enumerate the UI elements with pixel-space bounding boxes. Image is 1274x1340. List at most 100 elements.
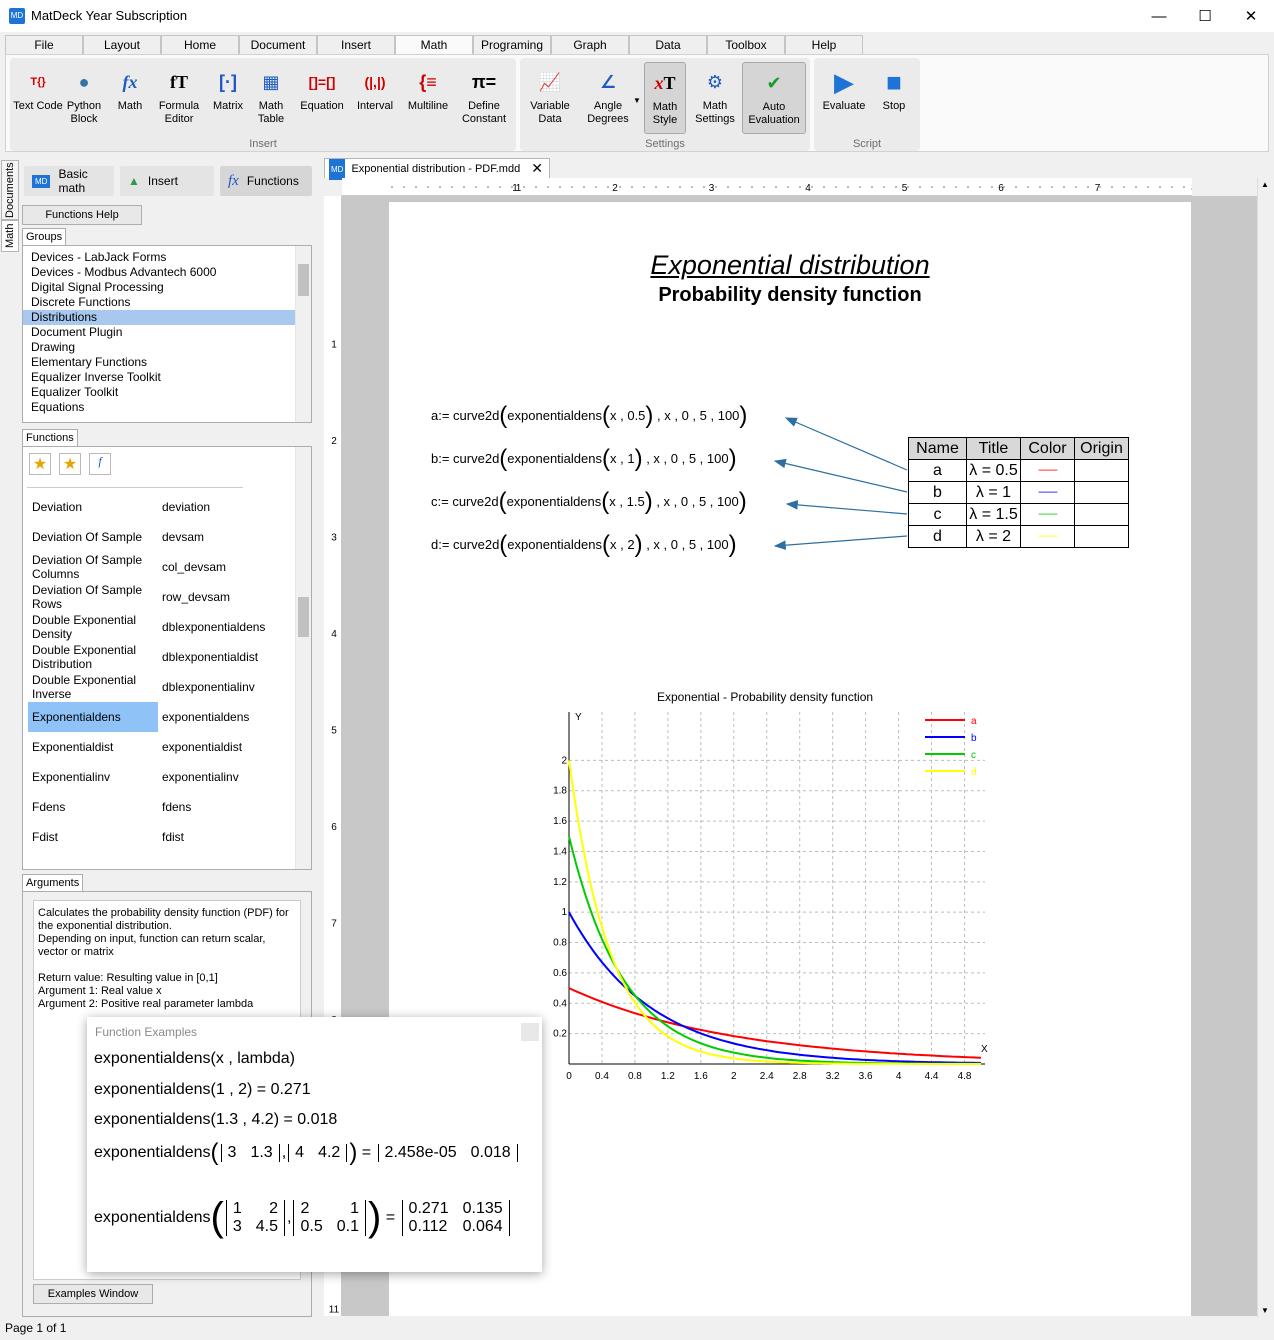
functions-tab[interactable]: Functions — [22, 429, 78, 446]
group-item[interactable]: Digital Signal Processing — [23, 280, 311, 295]
math-table-button[interactable]: ▦ Math Table — [250, 62, 292, 126]
close-tab-icon[interactable]: ✕ — [531, 159, 543, 178]
function-row[interactable]: Double Exponential Density dblexponential… — [28, 612, 288, 642]
functions-panel-button[interactable]: fx Functions — [220, 166, 312, 196]
function-row[interactable]: Fdens fdens — [28, 792, 288, 822]
function-row[interactable]: Deviation Of Sample Columns col_devsam — [28, 552, 288, 582]
tab-programing[interactable]: Programing — [473, 35, 551, 55]
math-settings-button[interactable]: ⚙ Math Settings — [690, 62, 740, 126]
settings-group: 📈 Variable Data ∠ Angle Degrees ▼ x T Math S… — [520, 58, 810, 151]
insert-panel-button[interactable]: ▲ Insert — [120, 166, 214, 196]
function-name: Exponentialinv — [32, 770, 111, 784]
tab-insert[interactable]: Insert — [317, 35, 395, 55]
group-item[interactable]: Elementary Functions — [23, 355, 311, 370]
stop-button[interactable]: ■ Stop — [872, 62, 916, 113]
function-row[interactable]: Exponentialdist exponentialdist — [28, 732, 288, 762]
tab-document[interactable]: Document — [239, 35, 317, 55]
arrow-b — [773, 458, 908, 493]
function-row[interactable]: Deviation Of Sample Rows row_devsam — [28, 582, 288, 612]
function-name: Exponentialdist — [32, 740, 114, 754]
shapes-icon: ▲ — [128, 174, 140, 188]
math-style-button[interactable]: x T Math Style — [644, 62, 686, 134]
group-item[interactable]: Discrete Functions — [23, 295, 311, 310]
groups-scrollbar[interactable] — [295, 246, 311, 422]
function-row[interactable]: Double Exponential Distribution dblexpone… — [28, 642, 288, 672]
document-scrollbar[interactable]: ▲ ▼ — [1257, 178, 1272, 1318]
examples-window-button[interactable]: Examples Window — [33, 1284, 153, 1304]
function-row[interactable]: Exponentialdens exponentialdens — [28, 702, 288, 732]
define-constant-button[interactable]: π= Define Constant — [456, 62, 512, 126]
tab-math[interactable]: Math — [395, 35, 473, 56]
minimize-button[interactable]: — — [1136, 0, 1182, 32]
evaluate-button[interactable]: ▶ Evaluate — [818, 62, 870, 113]
maximize-button[interactable]: ☐ — [1182, 0, 1228, 32]
tab-documents[interactable]: Documents — [1, 160, 19, 220]
function-row[interactable]: Exponentialinv exponentialinv — [28, 762, 288, 792]
auto-evaluation-button[interactable]: ✔ Auto Evaluation — [742, 62, 806, 134]
tab-layout[interactable]: Layout — [83, 35, 161, 55]
tab-toolbox[interactable]: Toolbox — [707, 35, 785, 55]
text-code-button[interactable]: T{} Text Code — [12, 62, 64, 113]
formula-editor-button[interactable]: fТ Formula Editor — [152, 62, 206, 126]
function-code: fdist — [162, 830, 185, 844]
equation-button[interactable]: []=[] Equation — [294, 62, 350, 113]
function-row[interactable]: Double Exponential Inverse dblexponential… — [28, 672, 288, 702]
tab-data[interactable]: Data — [629, 35, 707, 55]
functions-scrollbar[interactable] — [295, 447, 311, 869]
tab-file[interactable]: File — [5, 35, 83, 55]
insert-group: T{} Text Code ● Python Block fx Math fТ Form… — [10, 58, 516, 151]
remove-favorite-icon[interactable]: ★ — [59, 453, 81, 475]
basic-math-button[interactable]: MD Basic math — [24, 166, 114, 196]
tab-math-side[interactable]: Math — [1, 220, 19, 252]
groups-tab[interactable]: Groups — [22, 228, 67, 245]
functions-scroll-thumb[interactable] — [298, 597, 309, 637]
scroll-up-icon[interactable]: ▲ — [1261, 180, 1269, 189]
settings-group-label: Settings — [645, 138, 685, 150]
tab-home[interactable]: Home — [161, 35, 239, 55]
ruler-label: 1 — [516, 183, 522, 194]
tab-help[interactable]: Help — [785, 35, 863, 55]
series-line-a — [568, 987, 982, 1059]
angle-degrees-button[interactable]: ∠ Angle Degrees — [578, 62, 638, 126]
group-item[interactable]: Document Plugin — [23, 325, 311, 340]
group-item[interactable]: Devices - LabJack Forms — [23, 250, 311, 265]
document-tab[interactable]: MD Exponential distribution - PDF.mdd ✕ — [324, 158, 550, 180]
variable-data-button[interactable]: 📈 Variable Data — [524, 62, 576, 126]
table-icon: ▦ — [262, 71, 280, 92]
stop-icon: ■ — [886, 66, 902, 97]
multiline-button[interactable]: {≡ Multiline — [400, 62, 456, 113]
groups-scroll-thumb[interactable] — [298, 264, 309, 296]
group-item[interactable]: Distributions — [23, 310, 311, 325]
function-name: Fdens — [32, 800, 66, 814]
function-row[interactable]: Deviation Of Sample devsam — [28, 522, 288, 552]
function-info-icon[interactable]: f — [89, 453, 111, 475]
group-item[interactable]: Devices - Modbus Advantech 6000 — [23, 265, 311, 280]
page-indicator: Page 1 of 1 — [5, 1321, 67, 1335]
function-row[interactable]: Deviation deviation — [28, 492, 288, 522]
md-icon: MD — [32, 174, 51, 188]
scroll-down-icon[interactable]: ▼ — [1261, 1306, 1269, 1315]
y-tick-label: 0.8 — [553, 938, 567, 949]
md-icon: MD — [329, 159, 346, 180]
group-item[interactable]: Equalizer Toolkit — [23, 385, 311, 400]
examples-close-icon[interactable] — [521, 1023, 539, 1041]
math-button[interactable]: fx Math — [108, 62, 152, 113]
pdf-chart[interactable]: Exponential - Probability density functi… — [529, 684, 1049, 1084]
group-item[interactable]: Drawing — [23, 340, 311, 355]
functions-help-button[interactable]: Functions Help — [22, 205, 142, 225]
group-item[interactable]: Equations — [23, 400, 311, 415]
matrix-button[interactable]: [·] Matrix — [206, 62, 250, 113]
interval-button[interactable]: (|,|) Interval — [350, 62, 400, 113]
close-button[interactable]: ✕ — [1228, 0, 1274, 32]
arguments-text: Calculates the probability density funct… — [38, 907, 289, 1010]
angle-dropdown-icon[interactable]: ▼ — [632, 94, 642, 107]
tab-graph[interactable]: Graph — [551, 35, 629, 55]
ribbon: T{} Text Code ● Python Block fx Math fТ Form… — [5, 54, 1269, 152]
ruler-label: 2 — [331, 436, 337, 447]
add-favorite-icon[interactable]: ★ — [29, 453, 51, 475]
ruler-label: 6 — [998, 183, 1004, 194]
function-row[interactable]: Fdist fdist — [28, 822, 288, 852]
group-item[interactable]: Equalizer Inverse Toolkit — [23, 370, 311, 385]
python-block-button[interactable]: ● Python Block — [60, 62, 108, 126]
arguments-tab[interactable]: Arguments — [22, 874, 84, 891]
